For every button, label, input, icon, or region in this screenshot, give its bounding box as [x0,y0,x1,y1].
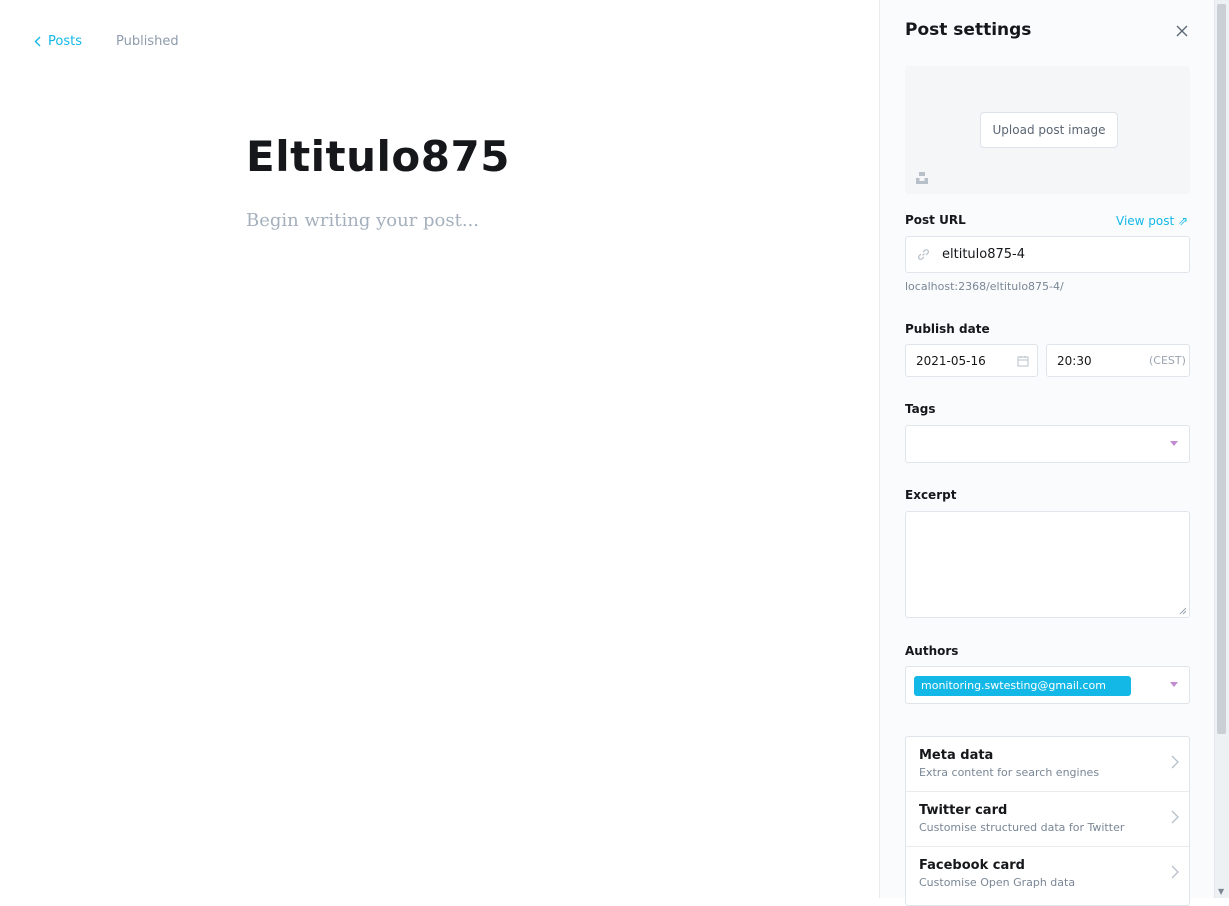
menu-item-twitter-card[interactable]: Twitter card Customise structured data f… [906,792,1189,847]
slug-input[interactable] [940,246,1174,263]
author-token[interactable]: monitoring.swtesting@gmail.com [914,676,1131,696]
menu-item-title: Facebook card [919,858,1025,873]
settings-menu: Meta data Extra content for search engin… [905,736,1190,906]
feature-image-area: Upload post image [905,66,1190,194]
timezone-label: (CEST) [1149,354,1186,367]
panel-title: Post settings [905,20,1032,40]
post-title-input[interactable]: Eltitulo875 [246,132,510,181]
excerpt-input[interactable] [906,512,1189,617]
publish-date-label: Publish date [905,322,990,336]
editor-topbar: Posts Published [34,34,179,49]
unsplash-icon[interactable] [915,170,929,189]
time-input[interactable] [1055,352,1149,369]
scroll-down-arrow[interactable]: ▼ [1218,887,1224,896]
chevron-right-icon [1171,810,1179,824]
excerpt-textarea[interactable] [905,511,1190,618]
post-status: Published [115,34,179,49]
excerpt-label: Excerpt [905,488,957,502]
menu-item-desc: Customise Open Graph data [919,876,1076,889]
post-settings-panel: Post settings Upload post image Post URL… [879,0,1214,906]
tags-label: Tags [905,402,936,416]
upload-image-button[interactable]: Upload post image [980,112,1118,148]
date-input[interactable] [914,352,1008,369]
menu-item-title: Twitter card [919,803,1008,818]
post-body-editor[interactable]: Begin writing your post... [246,210,479,231]
authors-label: Authors [905,644,959,658]
panel-scrollbar[interactable]: ▲ ▼ [1214,0,1229,898]
menu-item-title: Meta data [919,748,994,763]
calendar-icon[interactable] [1017,355,1029,367]
caret-down-icon [1170,682,1178,687]
post-url-field[interactable] [905,236,1190,273]
view-post-link[interactable]: View post ⇗ [1116,214,1188,228]
date-field[interactable] [905,344,1038,377]
url-preview: localhost:2368/eltitulo875-4/ [905,280,1064,293]
caret-down-icon [1170,441,1178,446]
chevron-right-icon [1171,865,1179,879]
tags-input[interactable] [905,425,1190,463]
resize-icon[interactable] [1179,607,1187,615]
close-icon[interactable] [1176,22,1188,41]
menu-item-desc: Extra content for search engines [919,766,1100,779]
authors-input[interactable]: monitoring.swtesting@gmail.com [905,666,1190,704]
menu-item-meta-data[interactable]: Meta data Extra content for search engin… [906,737,1189,792]
menu-item-facebook-card[interactable]: Facebook card Customise Open Graph data [906,847,1189,902]
scrollbar-thumb[interactable] [1217,4,1226,734]
back-label: Posts [48,34,82,49]
link-icon [918,249,929,260]
chevron-right-icon [1171,755,1179,769]
chevron-left-icon [34,36,41,47]
menu-item-desc: Customise structured data for Twitter [919,821,1125,834]
back-to-posts-link[interactable]: Posts [34,34,82,49]
time-field[interactable]: (CEST) [1046,344,1190,377]
post-url-label: Post URL [905,213,966,227]
